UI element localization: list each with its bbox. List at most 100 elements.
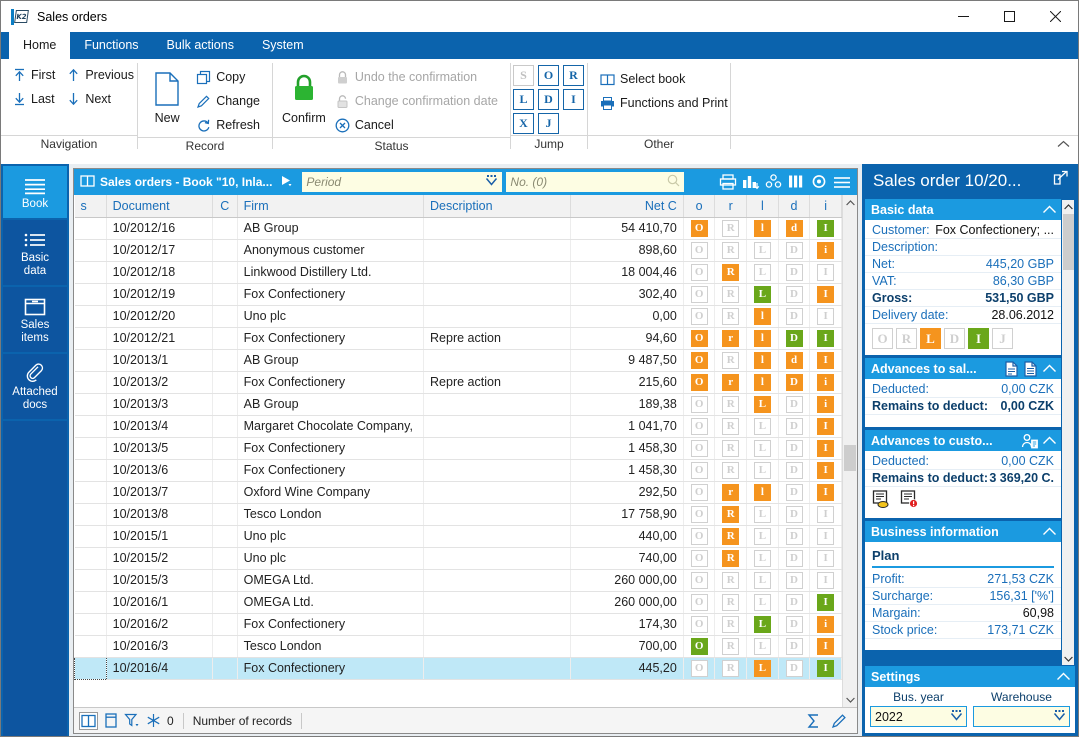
col-header-firm[interactable]: Firm [237, 195, 425, 218]
status-badge[interactable]: J [992, 328, 1013, 349]
col-header-l[interactable]: l [746, 195, 779, 218]
col-header-net[interactable]: Net C [570, 195, 684, 218]
maximize-button[interactable] [986, 1, 1032, 32]
period-filter-input[interactable]: Period [302, 172, 503, 192]
confirm-button[interactable]: Confirm [279, 63, 329, 125]
new-button[interactable]: New [144, 63, 190, 125]
table-row[interactable]: 10/2012/16 AB Group 54 410,70 O Rl d I [74, 217, 842, 240]
scroll-thumb[interactable] [844, 445, 856, 471]
book-icon[interactable] [79, 711, 98, 730]
jump-key-d[interactable]: D [538, 89, 559, 110]
cancel-button[interactable]: Cancel [329, 113, 504, 137]
jump-key-l[interactable]: L [513, 89, 534, 110]
table-row[interactable]: 10/2016/3 Tesco London 700,00 O R L D I [74, 635, 842, 658]
status-badge[interactable]: D [944, 328, 965, 349]
card-icon[interactable] [104, 713, 118, 728]
undo-confirmation-button[interactable]: Undo the confirmation [329, 65, 504, 89]
sidebar-item-sales-items[interactable]: Sales items [3, 287, 67, 352]
first-button[interactable]: First [7, 63, 61, 87]
select-book-button[interactable]: Select book [594, 67, 734, 91]
tab-system[interactable]: System [248, 32, 318, 59]
table-row[interactable]: 10/2013/5 Fox Confectionery 1 458,30 O R L D I [74, 437, 842, 460]
tab-functions[interactable]: Functions [70, 32, 152, 59]
change-button[interactable]: Change [190, 89, 266, 113]
col-header-description[interactable]: Description [423, 195, 571, 218]
menu-hamburger-icon[interactable] [833, 175, 851, 190]
section-header-basic-data[interactable]: Basic data [865, 199, 1061, 220]
table-row[interactable]: 10/2015/3 OMEGA Ltd. 260 000,00 O R L D I [74, 569, 842, 592]
tab-bulk-actions[interactable]: Bulk actions [153, 32, 248, 59]
section-header-business-information[interactable]: Business information [865, 521, 1061, 542]
jump-key-s[interactable]: S [513, 65, 534, 86]
snowflake-icon[interactable] [146, 713, 161, 728]
chevron-up-icon[interactable] [1042, 436, 1057, 445]
table-row[interactable]: 10/2013/3 AB Group 189,38 O R L Di [74, 393, 842, 416]
grid-book-title[interactable]: Sales orders - Book "10, Inla... [76, 174, 272, 191]
chevron-up-icon[interactable] [1056, 672, 1071, 681]
table-row[interactable]: 10/2013/1 AB Group 9 487,50 O Rl d I [74, 349, 842, 372]
scroll-up-icon[interactable] [843, 195, 858, 210]
detail-scroll-thumb[interactable] [1063, 214, 1074, 270]
table-row[interactable]: 10/2013/2 Fox Confectionery Repre action 21… [74, 371, 842, 394]
functions-and-print-button[interactable]: Functions and Print [594, 91, 734, 115]
col-header-c[interactable]: C [212, 195, 238, 218]
chevron-up-icon[interactable] [1042, 364, 1057, 373]
chevron-up-icon[interactable] [1042, 205, 1057, 214]
col-header-i[interactable]: i [809, 195, 842, 218]
table-row[interactable]: 10/2012/18 Linkwood Distillery Ltd. 18 004… [74, 261, 842, 284]
table-row[interactable]: 10/2016/4 Fox Confectionery 445,20 O R L D I [74, 656, 842, 680]
table-row[interactable]: 10/2012/19 Fox Confectionery 302,40 O R L D I [74, 283, 842, 306]
status-badge[interactable]: I [968, 328, 989, 349]
no-filter-input[interactable]: No. (0) [506, 172, 685, 192]
col-header-o[interactable]: o [683, 195, 716, 218]
grid-vertical-scrollbar[interactable] [842, 195, 857, 707]
sum-sigma-icon[interactable] [806, 713, 821, 729]
filter-icon[interactable] [124, 713, 140, 728]
jump-key-x[interactable]: X [513, 113, 534, 134]
document-list-icon[interactable] [1023, 360, 1038, 377]
gear-icon[interactable] [811, 174, 828, 190]
refresh-button[interactable]: Refresh [190, 113, 266, 137]
chevron-down-icon[interactable] [485, 175, 498, 189]
sidebar-item-book[interactable]: Book [3, 166, 67, 218]
sidebar-item-basic-data[interactable]: Basic data [3, 220, 67, 285]
bus-year-combo[interactable]: 2022 [870, 706, 967, 727]
last-button[interactable]: Last [7, 87, 61, 111]
chevron-down-icon[interactable] [1053, 710, 1066, 723]
table-row[interactable]: 10/2015/1 Uno plc 440,00 O R L D I [74, 525, 842, 548]
invoice-coins-icon[interactable] [872, 490, 892, 511]
groups-icon[interactable] [765, 174, 783, 190]
chevron-down-icon[interactable] [950, 710, 963, 723]
bar-chart-icon[interactable] [742, 174, 760, 190]
next-button[interactable]: Next [61, 87, 140, 111]
table-row[interactable]: 10/2013/6 Fox Confectionery 1 458,30 O R L D I [74, 459, 842, 482]
table-row[interactable]: 10/2016/1 OMEGA Ltd. 260 000,00 O R L D I [74, 591, 842, 614]
section-header-advances-to-sales[interactable]: Advances to sal... [865, 358, 1061, 379]
close-button[interactable] [1032, 1, 1078, 32]
table-row[interactable]: 10/2013/4 Margaret Chocolate Company, 1 04… [74, 415, 842, 438]
table-row[interactable]: 10/2012/21 Fox Confectionery Repre action 9… [74, 327, 842, 350]
status-badge[interactable]: O [872, 328, 893, 349]
ribbon-collapse-icon[interactable] [1057, 139, 1070, 151]
table-row[interactable]: 10/2015/2 Uno plc 740,00 O R L D I [74, 547, 842, 570]
previous-button[interactable]: Previous [61, 63, 140, 87]
magnifier-icon[interactable] [667, 174, 680, 190]
table-row[interactable]: 10/2013/7 Oxford Wine Company 292,50 Or l D I [74, 481, 842, 504]
scroll-down-icon[interactable] [843, 692, 858, 707]
tab-home[interactable]: Home [9, 32, 71, 59]
col-header-r[interactable]: r [714, 195, 748, 218]
status-badge[interactable]: L [920, 328, 941, 349]
table-row[interactable]: 10/2012/17 Anonymous customer 898,60 O R L Di [74, 239, 842, 262]
warehouse-combo[interactable] [973, 706, 1070, 727]
detail-panel-scrollbar[interactable] [1061, 199, 1075, 666]
section-header-settings[interactable]: Settings [865, 666, 1075, 687]
open-external-icon[interactable] [1053, 170, 1069, 191]
section-header-advances-to-customer[interactable]: Advances to custo... [865, 430, 1061, 451]
columns-icon[interactable] [788, 174, 806, 190]
invoice-alert-icon[interactable] [900, 490, 920, 511]
detail-scroll-down-icon[interactable] [1062, 652, 1074, 665]
document-add-icon[interactable] [1004, 360, 1019, 377]
jump-key-j[interactable]: J [538, 113, 559, 134]
jump-key-i[interactable]: I [563, 89, 584, 110]
col-header-d[interactable]: d [778, 195, 811, 218]
